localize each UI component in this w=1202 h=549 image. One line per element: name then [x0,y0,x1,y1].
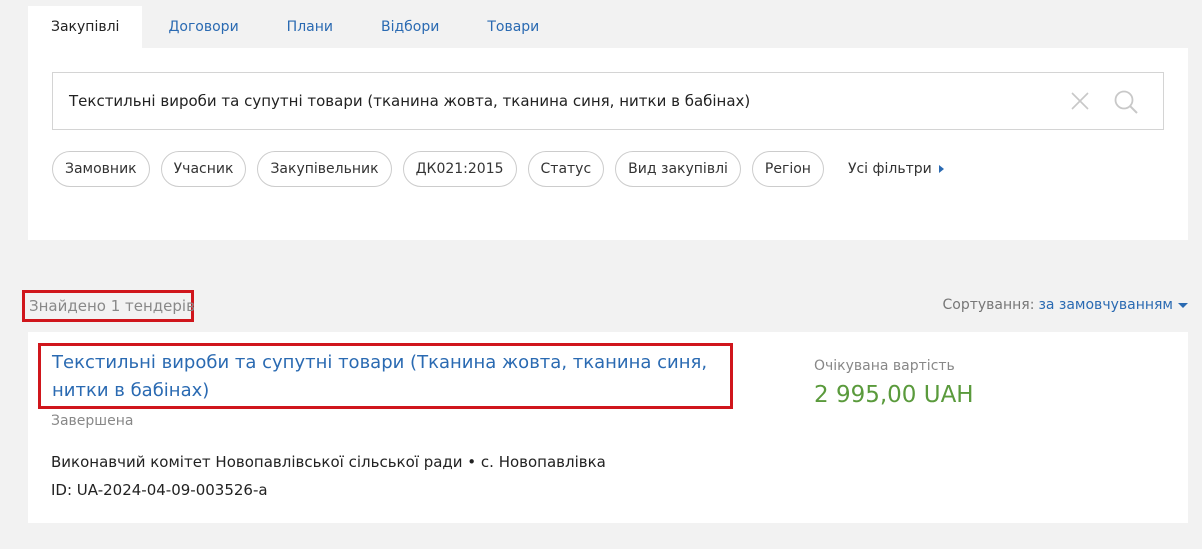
filter-cpv[interactable]: ДК021:2015 [402,151,517,187]
expected-value: 2 995,00 UAH [814,382,974,408]
triangle-down-icon[interactable] [1178,302,1188,308]
tender-title-link[interactable]: Текстильні вироби та супутні товари (Тка… [52,349,732,405]
all-filters-link[interactable]: Усі фільтри [848,161,944,177]
search-box[interactable]: Текстильні вироби та супутні товари (тка… [52,72,1164,130]
filter-participant[interactable]: Учасник [160,151,247,187]
tab-goods[interactable]: Товари [463,6,563,48]
tender-status: Завершена [51,413,134,429]
sort-control: Сортування: за замовчуванням [942,297,1188,313]
triangle-right-icon [938,165,944,173]
tab-contracts[interactable]: Договори [142,6,262,48]
filter-procurement-type[interactable]: Вид закупівлі [615,151,741,187]
filter-bar: Замовник Учасник Закупівельник ДК021:201… [52,151,944,187]
sort-label: Сортування: [942,297,1035,313]
expected-value-label: Очікувана вартість [814,358,955,374]
clear-icon[interactable] [1070,91,1090,111]
results-count: Знайдено 1 тендерів [22,290,195,322]
all-filters-label: Усі фільтри [847,161,932,177]
tab-selections[interactable]: Відбори [357,6,463,48]
search-icon[interactable] [1113,89,1139,115]
search-panel: Текстильні вироби та супутні товари (тка… [28,48,1188,240]
filter-status[interactable]: Статус [527,151,605,187]
filter-procurer[interactable]: Закупівельник [257,151,392,187]
tender-card: Текстильні вироби та супутні товари (Тка… [28,332,1188,523]
sort-dropdown[interactable]: за замовчуванням [1038,297,1173,313]
tender-title-highlight: Текстильні вироби та супутні товари (Тка… [38,343,733,409]
search-input[interactable]: Текстильні вироби та супутні товари (тка… [69,73,750,129]
main-tabs: Закупівлі Договори Плани Відбори Товари [28,6,563,48]
filter-customer[interactable]: Замовник [52,151,150,187]
tender-buyer: Виконавчий комітет Новопавлівської сільс… [51,453,606,471]
filter-region[interactable]: Регіон [751,151,824,187]
tender-id: ID: UA-2024-04-09-003526-a [51,481,268,499]
tab-procurements[interactable]: Закупівлі [28,6,143,48]
tab-plans[interactable]: Плани [263,6,357,48]
